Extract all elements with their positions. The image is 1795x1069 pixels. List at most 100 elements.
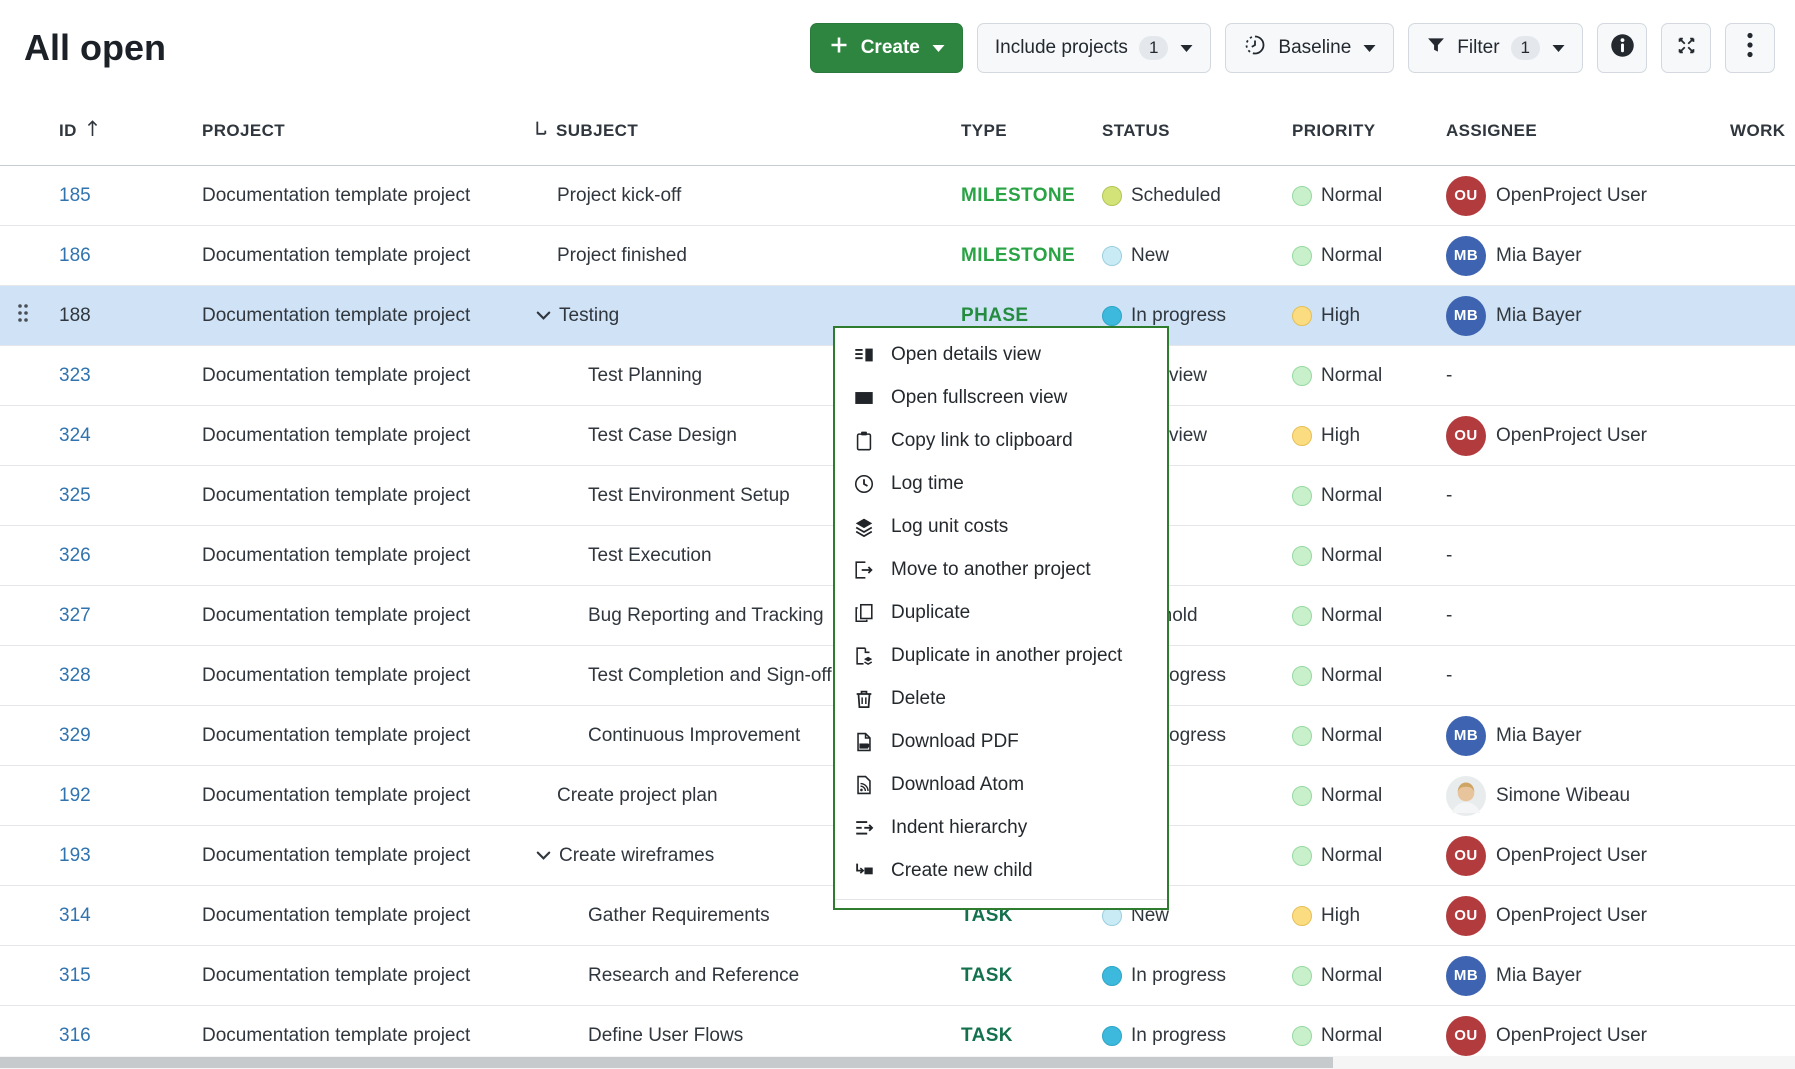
project-name[interactable]: Documentation template project — [202, 665, 470, 687]
priority-label[interactable]: Normal — [1321, 185, 1382, 207]
table-row[interactable]: 186 Documentation template project Project… — [0, 226, 1795, 286]
priority-label[interactable]: High — [1321, 425, 1360, 447]
hierarchy-mode-icon[interactable] — [533, 120, 548, 142]
assignee-name[interactable]: Mia Bayer — [1496, 245, 1582, 267]
subject-text[interactable]: Test Execution — [588, 545, 712, 567]
priority-label[interactable]: Normal — [1321, 725, 1382, 747]
project-name[interactable]: Documentation template project — [202, 545, 470, 567]
menu-item-open-fullscreen-view[interactable]: Open fullscreen view — [835, 376, 1167, 419]
subject-text[interactable]: Testing — [559, 305, 619, 327]
assignee-name[interactable]: OpenProject User — [1496, 845, 1647, 867]
status-label[interactable]: In progress — [1131, 1025, 1226, 1047]
subject-text[interactable]: Create project plan — [557, 785, 718, 807]
assignee-name[interactable]: OpenProject User — [1496, 905, 1647, 927]
subject-text[interactable]: Bug Reporting and Tracking — [588, 605, 824, 627]
column-header-work[interactable]: WORK — [1720, 96, 1795, 165]
project-name[interactable]: Documentation template project — [202, 305, 470, 327]
project-name[interactable]: Documentation template project — [202, 1025, 470, 1047]
project-name[interactable]: Documentation template project — [202, 365, 470, 387]
work-package-id-link[interactable]: 193 — [59, 845, 91, 867]
subject-text[interactable]: Define User Flows — [588, 1025, 743, 1047]
subject-text[interactable]: Test Environment Setup — [588, 485, 790, 507]
column-header-status[interactable]: STATUS — [1090, 96, 1282, 165]
work-package-id-link[interactable]: 315 — [59, 965, 91, 987]
more-options-button[interactable] — [1725, 23, 1775, 73]
priority-label[interactable]: Normal — [1321, 485, 1382, 507]
priority-label[interactable]: Normal — [1321, 545, 1382, 567]
baseline-button[interactable]: Baseline — [1225, 23, 1394, 73]
priority-label[interactable]: Normal — [1321, 845, 1382, 867]
column-header-id[interactable]: ID — [46, 96, 178, 165]
assignee-name[interactable]: OpenProject User — [1496, 425, 1647, 447]
work-package-id-link[interactable]: 327 — [59, 605, 91, 627]
project-name[interactable]: Documentation template project — [202, 725, 470, 747]
work-package-id-link[interactable]: 316 — [59, 1025, 91, 1047]
subject-text[interactable]: Create wireframes — [559, 845, 714, 867]
subject-text[interactable]: Test Completion and Sign-off — [588, 665, 832, 687]
status-label[interactable]: Scheduled — [1131, 185, 1221, 207]
assignee-name[interactable]: Simone Wibeau — [1496, 785, 1630, 807]
table-row[interactable]: 315 Documentation template project Researc… — [0, 946, 1795, 1006]
status-label[interactable]: In progress — [1131, 965, 1226, 987]
scrollbar-thumb[interactable] — [0, 1057, 1333, 1068]
menu-item-log-unit-costs[interactable]: Log unit costs — [835, 505, 1167, 548]
menu-item-create-new-child[interactable]: Create new child — [835, 849, 1167, 892]
menu-item-log-time[interactable]: Log time — [835, 462, 1167, 505]
subject-text[interactable]: Test Planning — [588, 365, 702, 387]
project-name[interactable]: Documentation template project — [202, 965, 470, 987]
priority-label[interactable]: Normal — [1321, 965, 1382, 987]
assignee-name[interactable]: Mia Bayer — [1496, 965, 1582, 987]
subject-text[interactable]: Continuous Improvement — [588, 725, 800, 747]
project-name[interactable]: Documentation template project — [202, 605, 470, 627]
info-button[interactable] — [1597, 23, 1647, 73]
priority-label[interactable]: High — [1321, 905, 1360, 927]
priority-label[interactable]: Normal — [1321, 605, 1382, 627]
work-package-id-link[interactable]: 192 — [59, 785, 91, 807]
work-package-id-link[interactable]: 314 — [59, 905, 91, 927]
subject-text[interactable]: Project finished — [557, 245, 687, 267]
menu-item-duplicate-other-project[interactable]: Duplicate in another project — [835, 634, 1167, 677]
project-name[interactable]: Documentation template project — [202, 785, 470, 807]
horizontal-scrollbar[interactable] — [0, 1056, 1795, 1069]
project-name[interactable]: Documentation template project — [202, 845, 470, 867]
column-header-project[interactable]: PROJECT — [178, 96, 528, 165]
work-package-id-link[interactable]: 323 — [59, 365, 91, 387]
menu-item-duplicate[interactable]: Duplicate — [835, 591, 1167, 634]
column-header-type[interactable]: TYPE — [955, 96, 1090, 165]
priority-label[interactable]: Normal — [1321, 245, 1382, 267]
subject-text[interactable]: Project kick-off — [557, 185, 681, 207]
project-name[interactable]: Documentation template project — [202, 905, 470, 927]
menu-item-delete[interactable]: Delete — [835, 677, 1167, 720]
collapse-children-icon[interactable] — [531, 846, 555, 865]
menu-item-download-atom[interactable]: Download Atom — [835, 763, 1167, 806]
priority-label[interactable]: High — [1321, 305, 1360, 327]
work-package-id-link[interactable]: 325 — [59, 485, 91, 507]
work-package-id-link[interactable]: 185 — [59, 185, 91, 207]
project-name[interactable]: Documentation template project — [202, 185, 470, 207]
create-button[interactable]: Create — [810, 23, 963, 73]
subject-text[interactable]: Test Case Design — [588, 425, 737, 447]
work-package-id-link[interactable]: 186 — [59, 245, 91, 267]
fullscreen-button[interactable] — [1661, 23, 1711, 73]
menu-item-open-details-view[interactable]: Open details view — [835, 333, 1167, 376]
assignee-name[interactable]: OpenProject User — [1496, 185, 1647, 207]
priority-label[interactable]: Normal — [1321, 665, 1382, 687]
filter-button[interactable]: Filter 1 — [1408, 23, 1583, 73]
work-package-id-link[interactable]: 326 — [59, 545, 91, 567]
work-package-id-link[interactable]: 324 — [59, 425, 91, 447]
menu-item-move-project[interactable]: Move to another project — [835, 548, 1167, 591]
subject-text[interactable]: Research and Reference — [588, 965, 799, 987]
column-header-priority[interactable]: PRIORITY — [1282, 96, 1436, 165]
column-header-subject[interactable]: SUBJECT — [528, 96, 955, 165]
table-row[interactable]: 185 Documentation template project Project… — [0, 166, 1795, 226]
menu-item-indent-hierarchy[interactable]: Indent hierarchy — [835, 806, 1167, 849]
work-package-id-link[interactable]: 328 — [59, 665, 91, 687]
work-package-id-link[interactable]: 188 — [59, 305, 91, 327]
assignee-name[interactable]: OpenProject User — [1496, 1025, 1647, 1047]
status-label[interactable]: In progress — [1131, 305, 1226, 327]
project-name[interactable]: Documentation template project — [202, 245, 470, 267]
project-name[interactable]: Documentation template project — [202, 485, 470, 507]
drag-handle-icon[interactable] — [16, 302, 30, 330]
priority-label[interactable]: Normal — [1321, 365, 1382, 387]
subject-text[interactable]: Gather Requirements — [588, 905, 770, 927]
